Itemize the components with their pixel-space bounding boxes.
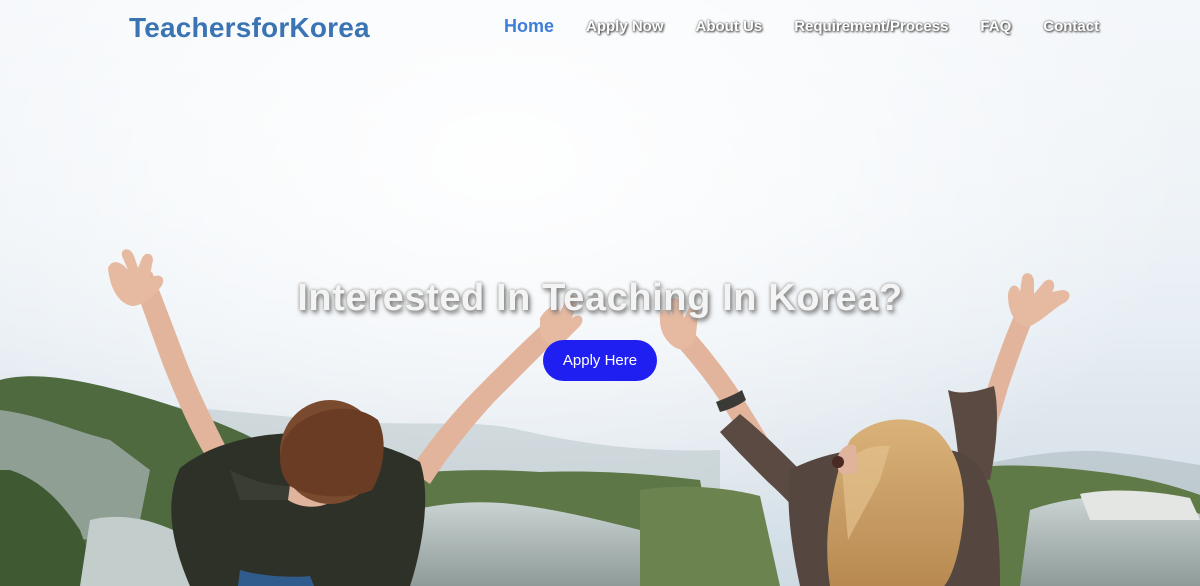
nav-link-faq[interactable]: FAQ: [964, 18, 1027, 35]
nav-link-requirement-process[interactable]: Requirement/Process: [778, 18, 964, 35]
hero-headline: Interested In Teaching In Korea?: [297, 277, 903, 320]
nav-link-apply-now[interactable]: Apply Now: [570, 18, 680, 35]
nav-link-about-us[interactable]: About Us: [680, 18, 779, 35]
nav-item-apply-now: Apply Now: [570, 18, 680, 37]
main-nav: Home Apply Now About Us Requirement/Proc…: [488, 16, 1115, 37]
nav-item-contact: Contact: [1027, 18, 1115, 37]
nav-item-home: Home: [488, 16, 570, 37]
nav-item-requirement-process: Requirement/Process: [778, 18, 964, 37]
nav-link-contact[interactable]: Contact: [1027, 18, 1115, 35]
nav-link-home[interactable]: Home: [488, 16, 570, 37]
hero-section: TeachersforKorea Home Apply Now About Us…: [0, 0, 1200, 586]
nav-item-faq: FAQ: [964, 18, 1027, 37]
top-navbar: TeachersforKorea Home Apply Now About Us…: [0, 0, 1200, 56]
brand-logo-link[interactable]: TeachersforKorea: [129, 12, 370, 44]
apply-here-button[interactable]: Apply Here: [543, 340, 657, 381]
nav-item-about-us: About Us: [680, 18, 779, 37]
